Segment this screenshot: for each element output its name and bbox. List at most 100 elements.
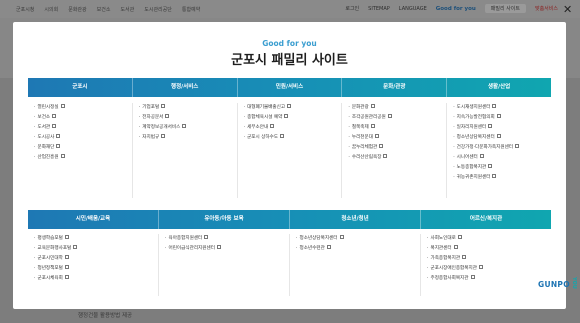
external-link-icon (64, 275, 69, 279)
site-link[interactable]: · 기업포털 (139, 103, 237, 113)
site-link[interactable]: · 지속가능발전협의회 (453, 113, 551, 123)
site-link-label: 꿈누리체험관 (351, 145, 378, 150)
site-link[interactable]: · 군포시민대학 (34, 254, 158, 264)
login-link[interactable]: 로그인 (345, 5, 359, 12)
site-link[interactable]: · 수리산산림욕장 (348, 153, 446, 163)
site-link[interactable]: · 문화재단 (34, 143, 132, 153)
external-link-icon (56, 134, 61, 138)
site-link[interactable]: · 육아종합지원센터 (165, 234, 289, 244)
top-nav-link[interactable]: 문화관광 (68, 6, 86, 13)
site-column: · 육아종합지원센터 · 어린이급식관리지원센터 (158, 234, 289, 296)
site-link-label: 복지관센터 (430, 246, 452, 251)
category-header: 생활/산업 (446, 78, 551, 97)
top-bar: 군포시청 시의회 문화관광 보건소 도서관 도시관리공단 통합예약 로그인 SI… (0, 0, 580, 18)
site-link[interactable]: · 평생학습포털 (34, 234, 158, 244)
site-link[interactable]: · 산업진흥원 (34, 153, 132, 163)
site-link[interactable]: · 어린이급식관리지원센터 (165, 244, 289, 254)
site-link[interactable]: · 꿈누리체험관 (348, 143, 446, 153)
bullet-icon: · (427, 276, 429, 281)
site-link[interactable]: · 군포시체육회 (34, 274, 158, 284)
site-link[interactable]: · 열린시정실 (34, 103, 132, 113)
external-link-icon (64, 235, 69, 239)
site-link[interactable]: · 노동종합복지관 (453, 163, 551, 173)
site-link-label: 수리산산림욕장 (351, 155, 382, 160)
top-nav-link[interactable]: 시의회 (44, 6, 58, 13)
external-link-icon (64, 265, 69, 269)
bullet-icon: · (34, 155, 36, 160)
site-link[interactable]: · 도시공사 (34, 133, 132, 143)
bullet-icon: · (348, 125, 350, 130)
category-header: 유아동/아동 보육 (158, 210, 289, 229)
site-link[interactable]: · 계약정보공개서비스 (139, 123, 237, 133)
site-link[interactable]: · 복지관센터 (427, 244, 551, 254)
site-column: · 대형폐기물배출신고 · 종합체육시설 예약 · 세무소안내 · 군포시 상하수도 (236, 103, 342, 198)
bullet-icon: · (165, 246, 167, 251)
top-nav-link[interactable]: 도시관리공단 (144, 6, 172, 13)
external-link-icon (370, 124, 375, 128)
site-link-label: 도서관 (37, 125, 51, 130)
site-link[interactable]: · 전자공문서 (139, 113, 237, 123)
bullet-icon: · (348, 115, 350, 120)
site-link[interactable]: · 종합체육시설 예약 (244, 113, 342, 123)
site-link-label: 계약정보공개서비스 (142, 125, 181, 130)
site-link[interactable]: · 교육문화행사포털 (34, 244, 158, 254)
bullet-icon: · (243, 125, 246, 130)
site-link[interactable]: · 청년정책포털 (34, 264, 158, 274)
site-column: · 도시재생지원센터 · 지속가능발전협의회 · 일자리지원센터 · 청소년상담복지센터 · 건강… (446, 103, 551, 198)
site-link[interactable]: · 누리천문대 (348, 133, 446, 143)
favorites-link[interactable]: 맞춤서비스 (535, 5, 558, 12)
site-link[interactable]: · 도시재생지원센터 (453, 103, 551, 113)
site-link-label: 주정종합사회복지관 (430, 276, 469, 281)
site-link[interactable]: · 문화관광 (348, 103, 446, 113)
site-link[interactable]: · 대형폐기물배출신고 (244, 103, 342, 113)
bullet-icon: · (34, 246, 36, 251)
top-nav-link[interactable]: 군포시청 (16, 6, 34, 13)
site-link[interactable]: · 청소년수련관 (296, 244, 420, 254)
external-link-icon (479, 154, 484, 158)
site-link[interactable]: · 군포시장애인종합복지관 (427, 264, 551, 274)
top-nav-link[interactable]: 도서관 (120, 6, 134, 13)
site-link[interactable]: · 건강가정·다문화가족지원센터 (453, 143, 551, 153)
site-link[interactable]: · 사회노인대로 (427, 234, 551, 244)
site-link[interactable]: · 주정종합사회복지관 (427, 274, 551, 284)
site-link-label: 철쭉축제 (351, 125, 369, 130)
site-link[interactable]: · 도서관 (34, 123, 132, 133)
external-link-icon (370, 104, 375, 108)
external-link-icon (60, 154, 65, 158)
site-link[interactable]: · 일자리지원센터 (453, 123, 551, 133)
close-icon[interactable]: ✕ (563, 3, 572, 16)
site-link[interactable]: · 보건소 (34, 113, 132, 123)
site-link[interactable]: · 귀농귀촌지원센터 (453, 173, 551, 183)
site-link[interactable]: · 철쭉축제 (348, 123, 446, 133)
site-link-label: 군포시장애인종합복지관 (430, 266, 477, 271)
sitemap-link[interactable]: SITEMAP (368, 6, 390, 12)
site-link[interactable]: · 조각공원관리공원 (348, 113, 446, 123)
bullet-icon: · (348, 135, 350, 140)
bullet-icon: · (453, 105, 455, 110)
site-link-label: 자치법규 (142, 135, 160, 140)
site-link[interactable]: · 세무소안내 (244, 123, 342, 133)
family-site-select[interactable]: 패밀리 사이트 (484, 4, 526, 13)
site-link[interactable]: · 청소년상담복지센터 (296, 234, 420, 244)
site-link[interactable]: · 청소년상담복지센터 (453, 133, 551, 143)
bullet-icon: · (138, 105, 141, 110)
bullet-icon: · (453, 115, 455, 120)
external-link-icon (339, 235, 344, 239)
site-link[interactable]: · 가족종합복지관 (427, 254, 551, 264)
external-link-icon (488, 124, 493, 128)
bullet-icon: · (453, 165, 455, 170)
site-link[interactable]: · 시니어센터 (453, 153, 551, 163)
site-link[interactable]: · 자치법규 (139, 133, 237, 143)
bullet-icon: · (165, 236, 167, 241)
top-nav-link[interactable]: 보건소 (97, 6, 111, 13)
bullet-icon: · (243, 115, 246, 120)
site-link[interactable]: · 군포시 상하수도 (244, 133, 342, 143)
external-link-icon (387, 114, 392, 118)
site-column: · 사회노인대로 · 복지관센터 · 가족종합복지관 · 군포시장애인종합복지관 · 주정종합사회… (420, 234, 551, 296)
language-link[interactable]: LANGUAGE (399, 6, 427, 12)
top-nav-link[interactable]: 통합예약 (182, 6, 200, 13)
external-link-icon (478, 265, 483, 269)
site-link-list: · 문화관광 · 조각공원관리공원 · 철쭉축제 · 누리천문대 · 꿈누리체험관 · 수리산산림욕장 (348, 103, 446, 163)
bullet-icon: · (427, 246, 429, 251)
site-link-list: · 육아종합지원센터 · 어린이급식관리지원센터 (165, 234, 289, 254)
